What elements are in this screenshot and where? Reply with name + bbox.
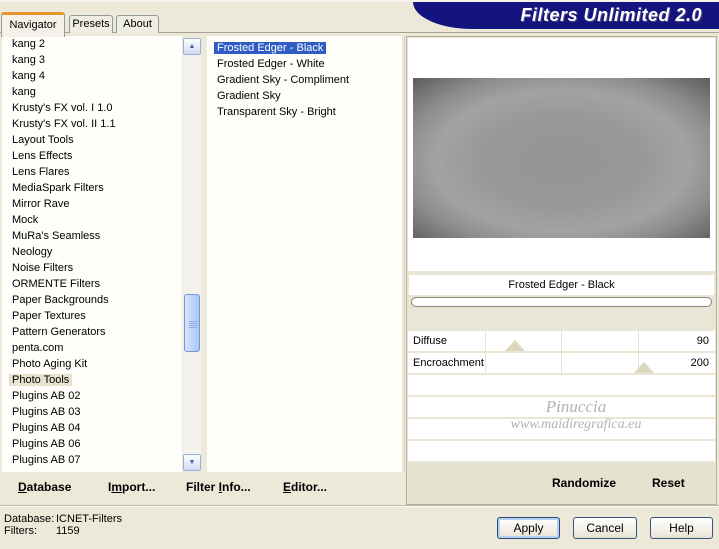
filter-list-item[interactable]: Gradient Sky [207, 88, 402, 104]
category-list-item[interactable]: Plugins AB 03 [2, 404, 182, 420]
category-list-item[interactable]: Krusty's FX vol. I 1.0 [2, 100, 182, 116]
category-list-item[interactable]: Plugins AB 04 [2, 420, 182, 436]
filter-preview-image [413, 78, 710, 238]
tab-navigator-label: Navigator [9, 19, 57, 31]
category-list-item[interactable]: Plugins AB 07 [2, 452, 182, 468]
filter-list-item[interactable]: Frosted Edger - Black [207, 40, 402, 56]
status-filters: Filters: 1159 [4, 525, 80, 537]
import-menu-button[interactable]: Import... [108, 472, 155, 502]
category-list-item[interactable]: Lens Flares [2, 164, 182, 180]
slider-diffuse-label: Diffuse [413, 335, 448, 347]
status-database: Database: ICNET-Filters [4, 513, 122, 525]
tab-navigator[interactable]: Navigator [1, 12, 65, 37]
selected-filter-name: Frosted Edger - Black [409, 275, 714, 295]
filter-list-item[interactable]: Gradient Sky - Compliment [207, 72, 402, 88]
status-database-value: ICNET-Filters [56, 513, 122, 525]
status-filters-value: 1159 [56, 525, 80, 537]
category-list-item[interactable]: Layout Tools [2, 132, 182, 148]
preview-panel: Frosted Edger - Black Diffuse 90 Encroac… [406, 36, 717, 505]
status-database-label: Database: [4, 513, 55, 525]
selected-filter-name-label: Frosted Edger - Black [508, 279, 615, 291]
app-title: Filters Unlimited 2.0 [520, 5, 702, 25]
empty-slider-row [408, 397, 715, 417]
category-list-item[interactable]: MediaSpark Filters [2, 180, 182, 196]
filter-list-item[interactable]: Transparent Sky - Bright [207, 104, 402, 120]
category-list-item[interactable]: Photo Tools [2, 372, 182, 388]
scrollbar-thumb[interactable] [184, 294, 200, 352]
filter-list: Frosted Edger - Black Frosted Edger - Whi… [207, 36, 402, 472]
editor-menu-button[interactable]: Editor... [283, 472, 327, 502]
scrollbar-grip-icon [189, 321, 197, 328]
list-panel-divider [404, 36, 405, 472]
category-list-item[interactable]: kang 2 [2, 36, 182, 52]
slider-encroachment-thumb[interactable] [634, 362, 655, 373]
category-list-item[interactable]: Plugins AB 06 [2, 436, 182, 452]
status-bar: Database: ICNET-Filters Filters: 1159 Appl… [0, 505, 719, 549]
empty-slider-row [408, 419, 715, 439]
category-list-item[interactable]: Pattern Generators [2, 324, 182, 340]
category-list-item[interactable]: Mock [2, 212, 182, 228]
apply-button[interactable]: Apply [497, 517, 560, 539]
filter-info-menu-button[interactable]: Filter Info... [186, 472, 251, 502]
filters-unlimited-dialog: Filters Unlimited 2.0 Navigator Presets … [0, 0, 719, 549]
scroll-up-icon: ▲ [188, 43, 196, 50]
tab-about[interactable]: About [116, 15, 159, 33]
status-filters-label: Filters: [4, 525, 37, 537]
category-list-item[interactable]: Krusty's FX vol. II 1.1 [2, 116, 182, 132]
category-list-item[interactable]: Mirror Rave [2, 196, 182, 212]
category-list-item[interactable]: Photo Aging Kit [2, 356, 182, 372]
category-list-item[interactable]: kang 4 [2, 68, 182, 84]
category-list: kang 2 kang 3 kang 4 kang Krusty's FX vol. I… [2, 36, 182, 472]
filter-list-item[interactable]: Frosted Edger - White [207, 56, 402, 72]
slider-encroachment-value: 200 [690, 357, 709, 369]
category-list-item[interactable]: penta.com [2, 340, 182, 356]
slider-diffuse[interactable]: Diffuse 90 [408, 331, 715, 351]
panel-footer: Randomize Reset [408, 463, 715, 503]
progress-bar [411, 297, 712, 307]
slider-diffuse-thumb[interactable] [505, 340, 526, 351]
scroll-up-button[interactable]: ▲ [183, 38, 201, 55]
scroll-down-icon: ▼ [188, 459, 196, 466]
cancel-button[interactable]: Cancel [573, 517, 637, 539]
category-list-item[interactable]: Plugins AB 02 [2, 388, 182, 404]
category-list-item[interactable]: MuRa's Seamless [2, 228, 182, 244]
slider-diffuse-value: 90 [696, 335, 709, 347]
category-scrollbar[interactable]: ▲ ▼ [183, 38, 201, 471]
slider-encroachment-label: Encroachment [413, 357, 484, 369]
randomize-button[interactable]: Randomize [552, 463, 616, 503]
empty-slider-row [408, 441, 715, 461]
category-list-item[interactable]: ORMENTE Filters [2, 276, 182, 292]
category-list-item[interactable]: kang 3 [2, 52, 182, 68]
help-button[interactable]: Help [650, 517, 713, 539]
category-list-item[interactable]: Neology [2, 244, 182, 260]
menu-bar: Database Import... Filter Info... Editor… [0, 472, 406, 505]
tab-presets-label: Presets [72, 18, 110, 30]
tab-about-label: About [123, 18, 152, 30]
category-list-item[interactable]: kang [2, 84, 182, 100]
preview-block [408, 38, 715, 271]
empty-slider-row [408, 375, 715, 395]
reset-button[interactable]: Reset [652, 463, 685, 503]
tab-presets[interactable]: Presets [69, 15, 113, 33]
category-list-item[interactable]: Lens Effects [2, 148, 182, 164]
category-list-item[interactable]: Paper Textures [2, 308, 182, 324]
title-banner: Filters Unlimited 2.0 [413, 2, 719, 29]
database-menu-button[interactable]: Database [18, 472, 71, 502]
scroll-down-button[interactable]: ▼ [183, 454, 201, 471]
slider-encroachment[interactable]: Encroachment 200 [408, 353, 715, 373]
category-list-item[interactable]: Paper Backgrounds [2, 292, 182, 308]
category-list-item[interactable]: Noise Filters [2, 260, 182, 276]
